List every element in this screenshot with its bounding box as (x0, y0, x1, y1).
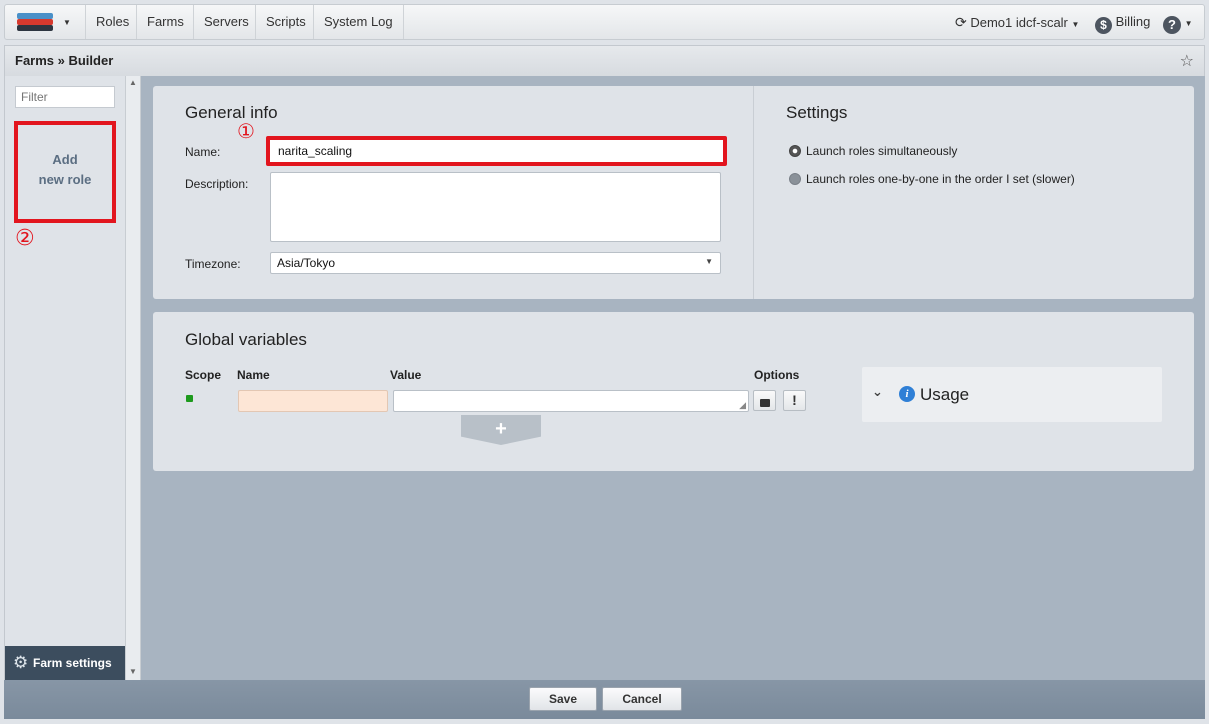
timezone-value: Asia/Tokyo (277, 256, 336, 270)
panel-divider (753, 86, 754, 299)
page-header: Farms » Builder ☆ (4, 45, 1205, 76)
variable-value-input[interactable]: ◢ (393, 390, 749, 412)
add-variable-button[interactable]: + (461, 415, 541, 445)
global-variables-panel: Global variables Scope Name Value Option… (153, 312, 1194, 471)
nav-servers[interactable]: Servers (193, 5, 259, 39)
save-button[interactable]: Save (529, 687, 597, 711)
scroll-up-icon[interactable]: ▲ (129, 78, 137, 87)
cancel-button[interactable]: Cancel (602, 687, 682, 711)
scroll-down-icon[interactable]: ▼ (129, 667, 137, 676)
annotation-marker-1: ① (237, 119, 255, 143)
main-content: General info ① Name: narita_scaling Desc… (141, 76, 1205, 680)
lock-icon (759, 399, 770, 407)
scalr-logo-icon (17, 13, 57, 33)
variable-name-input[interactable] (238, 390, 388, 412)
lock-button[interactable] (753, 390, 776, 411)
col-scope: Scope (185, 368, 222, 382)
farm-info-panel: General info ① Name: narita_scaling Desc… (153, 86, 1194, 299)
billing-link[interactable]: $ Billing (1095, 5, 1150, 39)
chevron-down-icon: ▼ (1071, 20, 1080, 29)
star-icon[interactable]: ☆ (1180, 51, 1194, 71)
settings-title: Settings (786, 103, 848, 122)
nav-scripts[interactable]: Scripts (255, 5, 316, 39)
app-menu-button[interactable]: ▼ (13, 11, 79, 35)
nav-roles[interactable]: Roles (85, 5, 139, 39)
resize-handle-icon[interactable]: ◢ (739, 400, 746, 411)
chevron-down-icon: ▼ (63, 18, 71, 27)
add-role-line2: new role (38, 172, 92, 187)
nav-system-log[interactable]: System Log (313, 5, 404, 39)
description-textarea[interactable] (270, 172, 721, 242)
gear-icon: ⚙ (13, 653, 29, 672)
general-info-title: General info (185, 103, 278, 122)
help-icon: ? (1163, 16, 1181, 34)
farm-name-input[interactable]: narita_scaling (266, 136, 727, 166)
info-icon: i (899, 386, 915, 402)
billing-label: Billing (1115, 14, 1151, 29)
roles-sidebar: Add new role ② ⚙ Farm settings (4, 76, 126, 680)
dropdown-arrow-icon: ▼ (705, 257, 713, 266)
account-menu[interactable]: ⟳ Demo1 idcf-scalr ▼ (955, 5, 1079, 39)
farm-settings-label: Farm settings (33, 656, 112, 670)
scope-indicator (186, 395, 193, 402)
chevron-down-icon: ▼ (1184, 19, 1193, 28)
annotation-marker-2: ② (15, 226, 35, 251)
radio-label-simultaneous: Launch roles simultaneously (806, 144, 958, 158)
radio-launch-sequential[interactable]: Launch roles one-by-one in the order I s… (789, 172, 1075, 186)
filter-input[interactable] (15, 86, 115, 108)
footer-bar: Save Cancel (4, 680, 1205, 719)
sidebar-scrollbar[interactable]: ▲ ▼ (125, 76, 141, 680)
radio-unselected-icon (789, 173, 801, 185)
description-label: Description: (185, 177, 249, 191)
global-variables-title: Global variables (185, 330, 307, 349)
account-icon: ⟳ (955, 14, 967, 30)
name-label: Name: (185, 145, 221, 159)
account-name: Demo1 idcf-scalr (970, 15, 1068, 30)
add-role-line1: Add (52, 152, 78, 167)
radio-launch-simultaneous[interactable]: Launch roles simultaneously (789, 144, 957, 158)
nav-farms[interactable]: Farms (136, 5, 194, 39)
exclamation-icon: ! (792, 392, 797, 408)
dollar-icon: $ (1095, 17, 1112, 34)
top-nav-bar: ▼ Roles Farms Servers Scripts System Log… (4, 4, 1205, 40)
breadcrumb: Farms » Builder (15, 53, 114, 68)
timezone-select[interactable]: Asia/Tokyo ▼ (270, 252, 721, 274)
col-name: Name (237, 368, 270, 382)
usage-label: Usage (920, 385, 970, 404)
col-value: Value (390, 368, 422, 382)
radio-selected-icon (789, 145, 801, 157)
usage-panel[interactable]: ⌄ i Usage (862, 367, 1162, 422)
add-new-role-button[interactable]: Add new role (14, 121, 116, 223)
radio-label-sequential: Launch roles one-by-one in the order I s… (806, 172, 1075, 186)
col-options: Options (754, 368, 800, 382)
farm-settings-tab[interactable]: ⚙ Farm settings (5, 646, 126, 680)
chevron-down-icon: ⌄ (872, 384, 883, 399)
help-menu[interactable]: ? ▼ (1163, 5, 1193, 39)
timezone-label: Timezone: (185, 257, 241, 271)
required-button[interactable]: ! (783, 390, 806, 411)
